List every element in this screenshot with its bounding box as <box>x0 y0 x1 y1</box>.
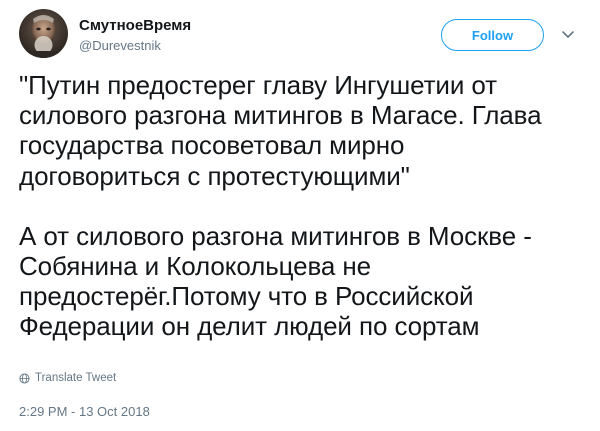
avatar[interactable] <box>19 9 68 58</box>
tweet-line: предостерёг.Потому что в Российской <box>19 281 474 312</box>
tweet-line: государства посоветовал мирно <box>19 130 405 161</box>
tweet-card: СмутноеВремя @Durevestnik Follow "Путин … <box>0 0 600 431</box>
chevron-down-icon[interactable] <box>560 26 576 42</box>
translate-tweet-link[interactable]: Translate Tweet <box>19 372 116 384</box>
tweet-line: Федерации он делит людей по сортам <box>19 311 480 342</box>
tweet-line: "Путин предостерег главу Ингушетии от <box>19 70 497 100</box>
avatar-image <box>19 9 68 58</box>
author-display-name[interactable]: СмутноеВремя <box>79 17 191 34</box>
author-handle[interactable]: @Durevestnik <box>79 38 161 53</box>
tweet-paragraph-1: "Путин предостерег главу Ингушетии от си… <box>19 70 585 191</box>
tweet-line: силового разгона митингов в Магасе. Глав… <box>19 100 542 131</box>
tweet-paragraph-2: А от силового разгона митингов в Москве … <box>19 221 585 342</box>
globe-icon <box>19 372 30 384</box>
follow-button[interactable]: Follow <box>441 19 544 51</box>
tweet-line: А от силового разгона митингов в Москве … <box>19 220 532 251</box>
tweet-line: договориться с протестующими" <box>19 160 410 191</box>
tweet-text: "Путин предостерег главу Ингушетии от си… <box>19 70 585 342</box>
translate-label[interactable]: Translate Tweet <box>35 372 116 384</box>
tweet-timestamp[interactable]: 2:29 PM - 13 Oct 2018 <box>19 404 150 419</box>
tweet-line: Собянина и Колокольцева не <box>19 251 372 282</box>
